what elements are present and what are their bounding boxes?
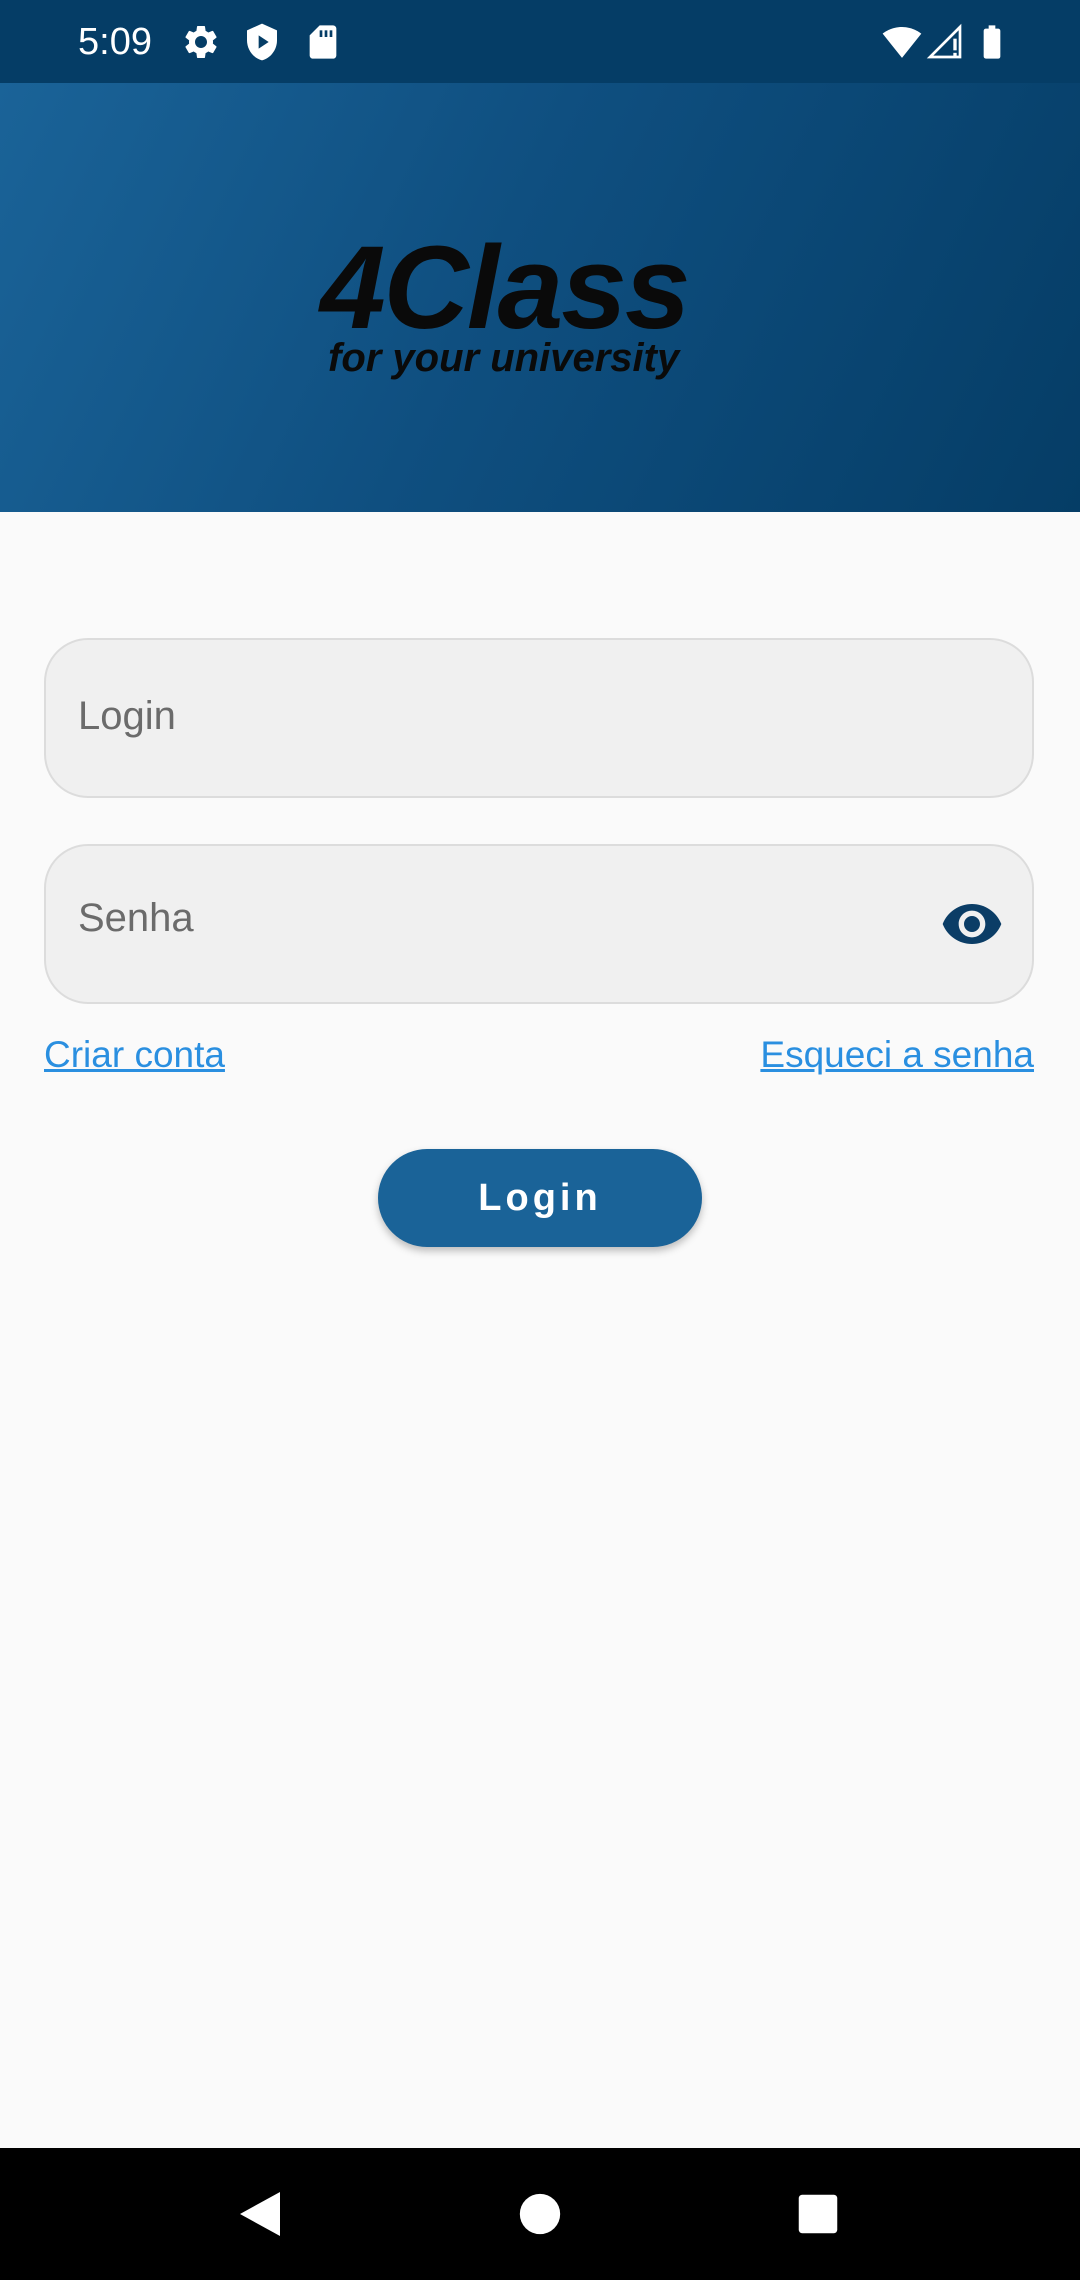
login-screen: 5:09 4Class for your university Login Cr… [0,0,1080,2280]
forgot-password-link[interactable]: Esqueci a senha [760,1033,1034,1077]
navigation-bar [0,2148,1080,2280]
app-logo: 4Class for your university [320,223,720,383]
eye-icon[interactable] [940,892,1004,956]
login-field[interactable] [44,638,1034,798]
home-icon[interactable] [508,2182,572,2246]
settings-icon [181,22,221,62]
logo-subtitle: for your university [328,336,680,380]
password-input[interactable] [78,840,938,996]
shield-play-icon [242,22,282,62]
login-input[interactable] [78,638,938,794]
status-time: 5:09 [78,21,152,63]
login-button[interactable]: Login [378,1149,702,1247]
password-field[interactable] [44,840,1034,1004]
create-account-link[interactable]: Criar conta [44,1033,225,1077]
status-bar: 5:09 [0,0,1080,83]
back-icon[interactable] [228,2182,292,2246]
logo-title: 4Class [320,222,691,354]
sd-card-icon [303,22,343,62]
battery-icon [972,22,1012,62]
wifi-icon [880,22,922,62]
header-banner: 4Class for your university [0,83,1080,512]
signal-icon [925,22,965,62]
recents-icon[interactable] [786,2182,850,2246]
